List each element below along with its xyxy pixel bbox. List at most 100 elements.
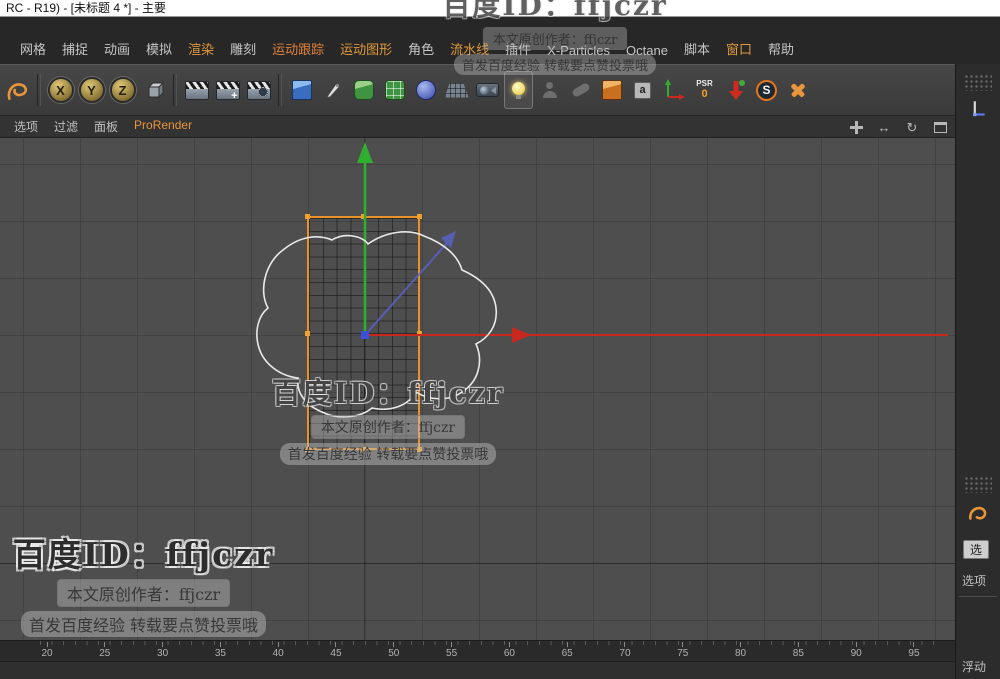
render-picture-viewer-button[interactable] [213,71,242,109]
toolbar-separator [278,74,282,106]
menu-item[interactable]: 动画 [96,37,138,60]
object-handle[interactable] [305,331,310,336]
substance-s-icon: S [756,79,777,101]
tick-mark [913,642,915,647]
mograph-cloner-button[interactable] [380,71,409,109]
tick-mark [508,642,510,647]
object-handle[interactable] [305,447,310,452]
viewport-zoom-icon[interactable]: ↔ [875,119,893,135]
viewport-menu-item[interactable]: 过滤 [46,117,86,136]
floor-grid-icon [444,82,469,98]
render-view-button[interactable] [182,71,211,109]
tick-label: 35 [214,648,226,659]
menu-item[interactable]: 脚本 [676,37,718,60]
menu-item[interactable]: 捕捉 [54,37,96,60]
viewport-menu-item[interactable]: 面板 [86,117,126,136]
menu-item[interactable]: 模拟 [138,37,180,60]
object-handle[interactable] [361,447,366,452]
panel-divider [959,596,997,597]
cloner-grid-icon [384,80,405,100]
viewport-pan-icon[interactable] [847,119,865,135]
clapperboard-gear-icon [246,80,271,100]
panel-options-label[interactable]: 选项 [962,572,986,589]
object-handle[interactable] [417,331,422,336]
tick-mark [797,642,799,647]
disabled-tool-button-1[interactable] [535,71,564,109]
object-handle[interactable] [305,214,310,219]
drop-to-floor-button[interactable] [721,71,750,109]
tick-label: 40 [272,648,284,659]
lock-y-axis-button[interactable]: Y [77,71,106,109]
clapperboard-icon [184,80,209,100]
timeline-tick: 45 [325,642,347,659]
panel-grip-handle[interactable] [964,476,992,493]
cinema4d-window: RC - R19) - [未标题 4 *] - 主要 网格 捕捉 动画 模拟 渲染 雕刻运… [0,0,1000,679]
substance-button[interactable]: S [752,71,781,109]
major-grid-line [0,563,955,564]
menu-item[interactable]: 网格 [12,37,54,60]
light-button[interactable] [504,71,533,109]
menu-item[interactable]: 渲染 [180,37,222,60]
viewport-maximize-icon[interactable] [931,119,949,135]
lock-z-axis-button[interactable]: Z [108,71,137,109]
viewport-menu-item[interactable]: ProRender [126,117,200,136]
xparticles-button[interactable] [783,71,812,109]
menu-item[interactable]: 窗口 [718,37,760,60]
figure-icon [542,82,558,98]
polygon-object-button[interactable] [597,71,626,109]
menu-item[interactable]: 雕刻 [222,37,264,60]
object-handle[interactable] [417,214,422,219]
tick-label: 75 [677,648,689,659]
menu-item[interactable]: 帮助 [760,37,802,60]
menu-item[interactable]: 运动图形 [332,37,400,60]
object-handle[interactable] [361,214,366,219]
tick-label: 45 [330,648,342,659]
deformer-button[interactable] [411,71,440,109]
timeline-tick: 25 [94,642,116,659]
panel-bottom-label[interactable]: 浮动 [962,658,986,675]
live-selection-tool-icon[interactable] [3,71,32,109]
coordinate-system-button[interactable] [139,71,168,109]
window-title-bar[interactable]: RC - R19) - [未标题 4 *] - 主要 [0,0,1000,17]
timeline-ruler[interactable]: 20 25 30 35 40 45 50 55 60 65 70 75 80 8… [0,640,955,661]
viewport-overlay [256,142,948,418]
menu-item[interactable]: Octane [618,41,676,60]
axis-widget-icon[interactable] [966,98,988,125]
lock-x-axis-button[interactable]: X [46,71,75,109]
render-settings-button[interactable] [244,71,273,109]
environment-floor-button[interactable] [442,71,471,109]
tick-mark [740,642,742,647]
menu-item[interactable]: 角色 [400,37,442,60]
timeline-tick: 65 [556,642,578,659]
panel-tab-selected[interactable]: 选 [963,540,989,559]
tick-label: 20 [41,648,53,659]
menu-item[interactable]: 流水线 [442,37,497,60]
material-tag-button[interactable]: a [628,71,657,109]
add-primitive-button[interactable] [287,71,316,109]
spline-hook-icon[interactable] [966,502,990,529]
tick-mark [162,642,164,647]
toolbar-separator [173,74,177,106]
panel-grip-handle[interactable] [964,74,992,91]
menu-item[interactable]: 运动跟踪 [264,37,332,60]
tick-label: 85 [792,648,804,659]
viewport-rotate-icon[interactable]: ↻ [903,119,921,135]
perspective-viewport[interactable]: 百度ID：ffjczr 本文原创作者：ffjczr 首发百度经验 转载要点赞投票… [0,138,955,640]
menu-item[interactable]: X-Particles [539,41,618,60]
coordinate-cube-icon [147,81,164,99]
tick-label: 55 [446,648,458,659]
bottom-strip [0,661,955,679]
spline-pen-button[interactable] [318,71,347,109]
psr-reset-button[interactable]: PSR 0 [690,71,719,109]
camera-button[interactable] [473,71,502,109]
menu-item[interactable]: 插件 [497,37,539,60]
subdivision-surface-button[interactable] [349,71,378,109]
disabled-tool-button-2[interactable] [566,71,595,109]
object-handle[interactable] [417,447,422,452]
timeline-tick: 20 [36,642,58,659]
selected-plane-object[interactable] [305,214,422,452]
axis-modify-button[interactable] [659,71,688,109]
timeline-tick: 50 [383,642,405,659]
viewport-menu-item[interactable]: 选项 [6,117,46,136]
pen-icon [325,83,340,98]
